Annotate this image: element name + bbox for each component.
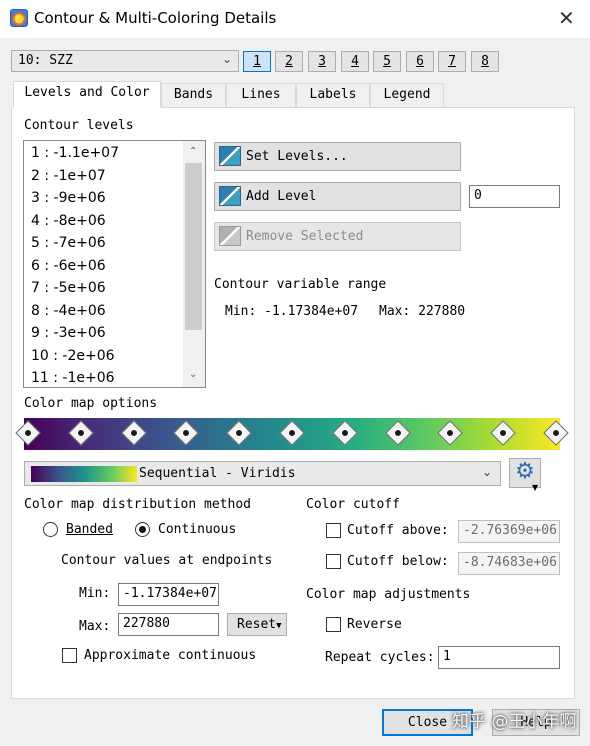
repeat-cycles-label: Repeat cycles:: [325, 650, 435, 665]
color-map-options-label: Color map options: [24, 396, 158, 411]
cutoff-above-label[interactable]: Cutoff above:: [347, 523, 449, 538]
continuous-label[interactable]: Continuous: [158, 522, 236, 537]
frame-button-1[interactable]: 1: [243, 51, 271, 72]
list-item[interactable]: 10 : -2e+06: [31, 348, 115, 364]
list-item[interactable]: 11 : -1e+06: [31, 370, 115, 386]
watermark-text: 知乎 @王小年啊: [452, 712, 577, 732]
list-item[interactable]: 2 : -1e+07: [31, 168, 106, 184]
list-item[interactable]: 8 : -4e+06: [31, 303, 106, 319]
list-item[interactable]: 9 : -3e+06: [31, 325, 106, 341]
scroll-down-icon[interactable]: ⌄: [189, 369, 197, 380]
radio-selected-dot: [139, 526, 146, 533]
frame-button-8[interactable]: 8: [471, 51, 499, 72]
frame-button-4[interactable]: 4: [341, 51, 369, 72]
reverse-checkbox[interactable]: [326, 617, 341, 632]
min-value-input[interactable]: -1.17384e+07: [118, 583, 219, 606]
cutoff-below-label[interactable]: Cutoff below:: [347, 554, 449, 569]
add-level-button[interactable]: Add Level: [214, 182, 461, 211]
list-item[interactable]: 3 : -9e+06: [31, 190, 106, 206]
remove-selected-label: Remove Selected: [246, 229, 364, 244]
handle-center-dot: [393, 429, 402, 437]
zone-select-value: 10: SZZ: [18, 53, 73, 68]
caret-down-icon: ▼: [532, 483, 539, 492]
tab-lines[interactable]: Lines: [226, 83, 296, 107]
approximate-continuous-checkbox[interactable]: [62, 648, 77, 663]
frame-button-7[interactable]: 7: [438, 51, 466, 72]
list-item[interactable]: 7 : -5e+06: [31, 280, 106, 296]
frame-button-6[interactable]: 6: [406, 51, 434, 72]
banded-label[interactable]: Banded: [66, 522, 113, 537]
chevron-down-icon: ⌄: [221, 52, 232, 66]
app-logo-icon: [10, 9, 28, 27]
set-levels-icon: [219, 146, 241, 166]
chevron-down-icon: ⌄: [481, 465, 492, 479]
color-map-select[interactable]: Sequential - Viridis ⌄: [24, 461, 501, 486]
window-title: Contour & Multi-Coloring Details: [34, 9, 277, 27]
reverse-label[interactable]: Reverse: [347, 617, 402, 632]
handle-center-dot: [288, 429, 296, 437]
tab-legend[interactable]: Legend: [370, 83, 444, 107]
tab-labels[interactable]: Labels: [296, 83, 370, 107]
max-value-input[interactable]: 227880: [118, 613, 219, 636]
contour-range-label: Contour variable range: [214, 277, 387, 292]
contour-levels-label: Contour levels: [24, 118, 134, 133]
frame-button-3[interactable]: 3: [308, 51, 336, 72]
color-cutoff-label: Color cutoff: [306, 497, 400, 512]
handle-center-dot: [340, 429, 349, 437]
handle-center-dot: [552, 429, 560, 437]
handle-center-dot: [129, 429, 138, 437]
list-item[interactable]: 1 : -1.1e+07: [31, 145, 119, 161]
handle-center-dot: [76, 429, 85, 437]
cutoff-above-input[interactable]: -2.76369e+06: [458, 520, 560, 543]
handle-center-dot: [24, 429, 32, 437]
max-label: Max:: [79, 619, 111, 634]
zone-select[interactable]: 10: SZZ ⌄: [11, 50, 239, 72]
scroll-up-icon[interactable]: ⌃: [189, 146, 197, 157]
repeat-cycles-input[interactable]: 1: [438, 646, 560, 669]
endpoints-label: Contour values at endpoints: [61, 553, 273, 568]
add-level-label: Add Level: [246, 189, 317, 204]
approximate-continuous-label[interactable]: Approximate continuous: [84, 648, 256, 663]
frame-button-5[interactable]: 5: [373, 51, 401, 72]
tab-bands[interactable]: Bands: [161, 83, 226, 107]
add-level-input[interactable]: 0: [469, 185, 560, 208]
reset-label: Reset: [237, 617, 277, 632]
color-map-select-value: Sequential - Viridis: [139, 466, 296, 481]
remove-selected-icon: [219, 226, 241, 246]
caret-down-icon: ▼: [276, 621, 282, 631]
list-item[interactable]: 6 : -6e+06: [31, 258, 106, 274]
range-max-text: Max: 227880: [379, 304, 466, 319]
color-map-settings-button[interactable]: ⚙ ▼: [509, 458, 541, 492]
range-min-text: Min: -1.17384e+07: [225, 304, 359, 319]
set-levels-label: Set Levels...: [246, 149, 348, 164]
color-map-swatch: [31, 466, 137, 482]
close-icon[interactable]: ✕: [558, 6, 575, 30]
color-map-adjustments-label: Color map adjustments: [306, 587, 471, 602]
min-label: Min:: [79, 586, 111, 601]
remove-selected-button[interactable]: Remove Selected: [214, 222, 461, 251]
list-item[interactable]: 5 : -7e+06: [31, 235, 106, 251]
list-item[interactable]: 4 : -8e+06: [31, 213, 106, 229]
continuous-radio[interactable]: [135, 522, 150, 537]
add-level-icon: [219, 186, 241, 206]
set-levels-button[interactable]: Set Levels...: [214, 142, 461, 171]
cutoff-below-input[interactable]: -8.74683e+06: [458, 552, 560, 575]
cutoff-above-checkbox[interactable]: [326, 523, 341, 538]
tab-levels-and-color[interactable]: Levels and Color: [13, 81, 161, 108]
distribution-method-label: Color map distribution method: [24, 497, 251, 512]
list-scrollbar-thumb[interactable]: [185, 163, 202, 330]
banded-radio[interactable]: [43, 522, 58, 537]
reset-button[interactable]: Reset▼: [227, 613, 287, 636]
cutoff-below-checkbox[interactable]: [326, 554, 341, 569]
contour-levels-list[interactable]: 1 : -1.1e+07 2 : -1e+07 3 : -9e+06 4 : -…: [23, 140, 206, 388]
frame-button-2[interactable]: 2: [275, 51, 303, 72]
